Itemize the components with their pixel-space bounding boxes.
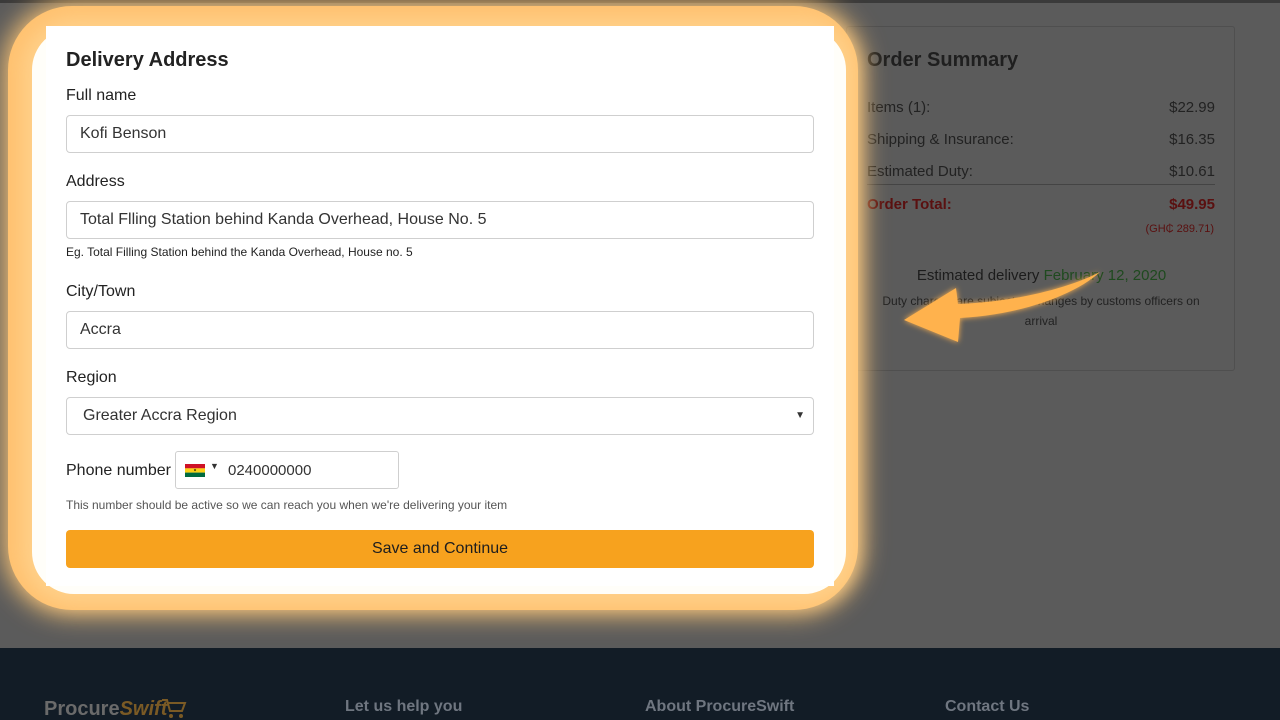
save-and-continue-button[interactable]: Save and Continue xyxy=(66,530,814,568)
phone-help: This number should be active so we can r… xyxy=(66,498,508,512)
ghana-flag-icon[interactable] xyxy=(185,464,205,477)
items-value: $22.99 xyxy=(1169,99,1215,116)
footer: ProcureSwift Let us help you About Procu… xyxy=(0,648,1280,720)
duty-label: Estimated Duty: xyxy=(867,163,973,180)
footer-contact-heading: Contact Us xyxy=(945,698,1030,715)
phone-input[interactable]: ▼ 0240000000 xyxy=(175,451,399,489)
logo-text-procure: Procure xyxy=(44,698,120,720)
footer-about-heading: About ProcureSwift xyxy=(645,698,795,715)
duty-value: $10.61 xyxy=(1169,163,1215,180)
cart-icon xyxy=(162,699,187,718)
summary-items-row: Items (1): $22.99 xyxy=(867,99,1215,116)
top-border xyxy=(0,0,1280,3)
total-label: Order Total: xyxy=(867,196,952,213)
full-name-field[interactable]: Kofi Benson xyxy=(66,115,814,153)
arrow-pointer-icon xyxy=(904,272,1100,342)
order-summary-title: Order Summary xyxy=(867,49,1019,71)
phone-label: Phone number xyxy=(66,462,171,479)
caret-down-icon: ▼ xyxy=(795,410,805,421)
city-label: City/Town xyxy=(66,283,136,300)
form-title: Delivery Address xyxy=(66,49,229,71)
region-label: Region xyxy=(66,369,117,386)
region-select[interactable]: Greater Accra Region ▼ xyxy=(66,397,814,435)
caret-down-icon[interactable]: ▼ xyxy=(210,461,219,471)
summary-divider xyxy=(867,184,1215,185)
shipping-label: Shipping & Insurance: xyxy=(867,131,1014,148)
city-field[interactable]: Accra xyxy=(66,311,814,349)
address-help: Eg. Total Filling Station behind the Kan… xyxy=(66,245,413,259)
summary-total-row: Order Total: $49.95 xyxy=(867,196,1215,213)
address-label: Address xyxy=(66,173,125,190)
shipping-value: $16.35 xyxy=(1169,131,1215,148)
region-selected-value: Greater Accra Region xyxy=(83,407,237,424)
phone-number-value[interactable]: 0240000000 xyxy=(228,462,311,479)
summary-shipping-row: Shipping & Insurance: $16.35 xyxy=(867,131,1215,148)
items-label: Items (1): xyxy=(867,99,931,116)
address-field[interactable]: Total Flling Station behind Kanda Overhe… xyxy=(66,201,814,239)
total-ghs: (GH₵ 289.71) xyxy=(1145,223,1214,235)
full-name-label: Full name xyxy=(66,87,137,104)
summary-duty-row: Estimated Duty: $10.61 xyxy=(867,163,1215,180)
footer-help-heading: Let us help you xyxy=(345,698,463,715)
total-value: $49.95 xyxy=(1169,196,1215,213)
footer-logo[interactable]: ProcureSwift xyxy=(44,698,167,720)
